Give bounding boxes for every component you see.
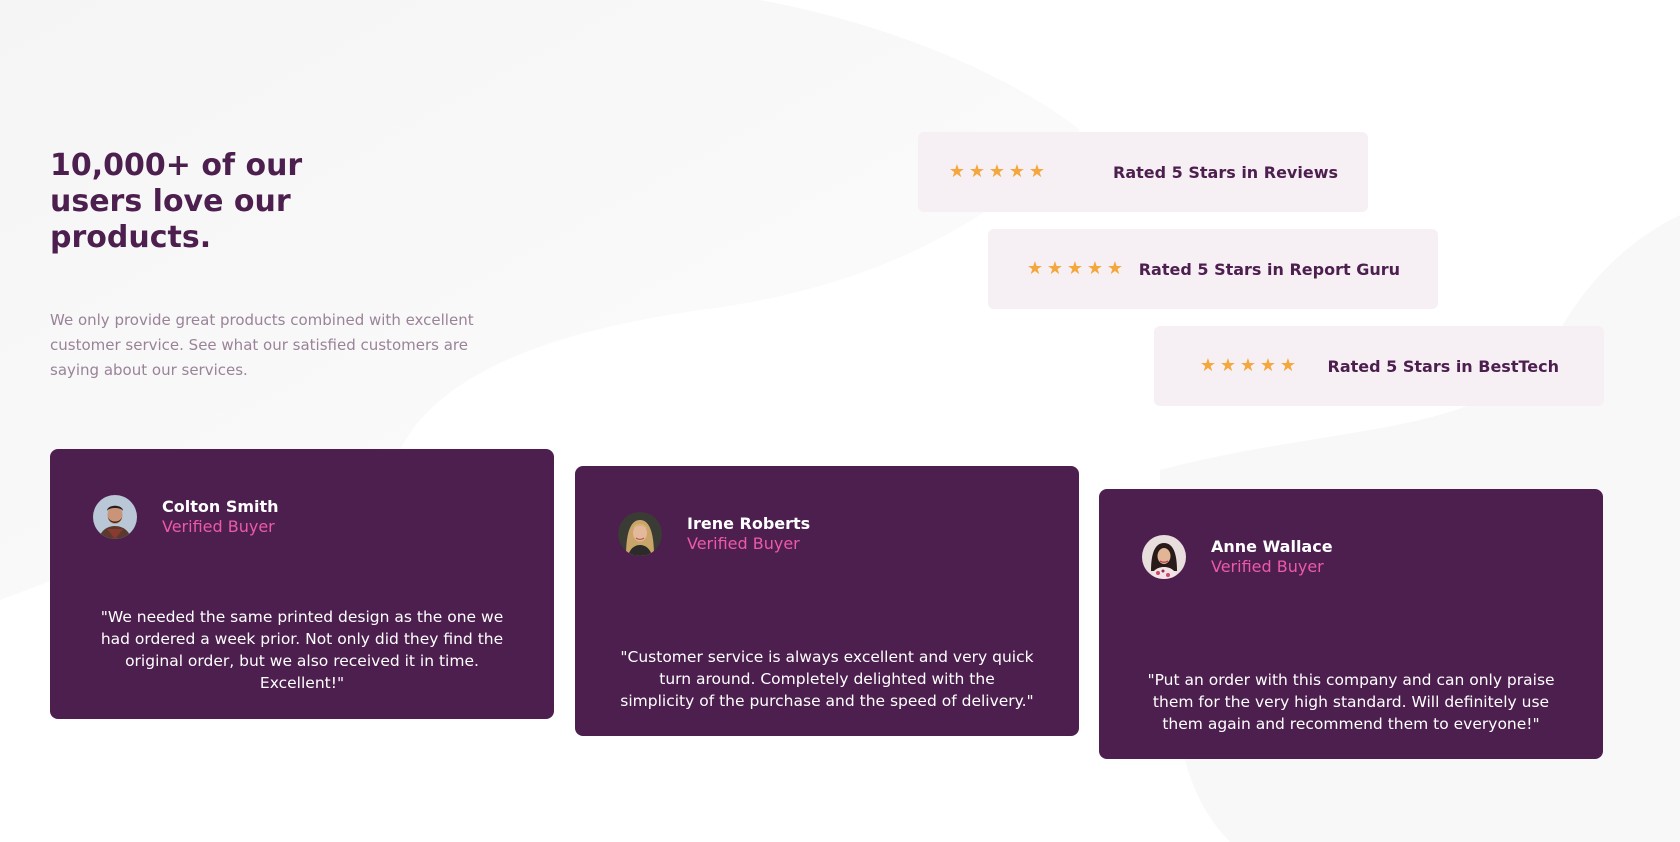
reviewer-name: Anne Wallace xyxy=(1211,537,1333,556)
avatar xyxy=(93,495,137,539)
star-icon: ★ xyxy=(1259,355,1277,376)
star-icon: ★ xyxy=(1086,258,1104,279)
testimonial-card: Colton Smith Verified Buyer "We needed t… xyxy=(50,449,554,719)
testimonial-header: Colton Smith Verified Buyer xyxy=(93,495,279,539)
star-icon: ★ xyxy=(1219,355,1237,376)
star-icon: ★ xyxy=(1026,258,1044,279)
star-icon: ★ xyxy=(968,161,986,182)
testimonial-quote: "We needed the same printed design as th… xyxy=(100,607,504,692)
rating-reviews: ★ ★ ★ ★ ★ Rated 5 Stars in Reviews xyxy=(918,132,1368,212)
star-icon: ★ xyxy=(1199,355,1217,376)
testimonial-card: Irene Roberts Verified Buyer "Customer s… xyxy=(575,466,1079,736)
star-icon: ★ xyxy=(948,161,966,182)
testimonial-header: Irene Roberts Verified Buyer xyxy=(618,512,810,556)
star-icon: ★ xyxy=(1239,355,1257,376)
testimonial-quote: "Customer service is always excellent an… xyxy=(620,647,1034,710)
reviewer-name: Irene Roberts xyxy=(687,514,811,533)
star-icon: ★ xyxy=(1028,161,1046,182)
hero-section: 10,000+ of our users love our products. … xyxy=(50,148,490,383)
avatar xyxy=(618,512,662,556)
verified-badge: Verified Buyer xyxy=(162,517,275,536)
rating-label: Rated 5 Stars in Report Guru xyxy=(1138,259,1400,279)
star-icon: ★ xyxy=(1066,258,1084,279)
reviewer-name: Colton Smith xyxy=(162,497,279,516)
star-rating: ★ ★ ★ ★ ★ xyxy=(1026,260,1124,278)
rating-besttech: ★ ★ ★ ★ ★ Rated 5 Stars in BestTech xyxy=(1154,326,1604,406)
avatar xyxy=(1142,535,1186,579)
rating-label: Rated 5 Stars in Reviews xyxy=(1113,162,1338,182)
testimonial-header: Anne Wallace Verified Buyer xyxy=(1142,535,1333,579)
rating-report-guru: ★ ★ ★ ★ ★ Rated 5 Stars in Report Guru xyxy=(988,229,1438,309)
rating-label: Rated 5 Stars in BestTech xyxy=(1327,356,1559,376)
star-icon: ★ xyxy=(1106,258,1124,279)
page-title: 10,000+ of our users love our products. xyxy=(50,148,303,255)
star-icon: ★ xyxy=(988,161,1006,182)
star-icon: ★ xyxy=(1008,161,1026,182)
star-rating: ★ ★ ★ ★ ★ xyxy=(948,163,1046,181)
star-icon: ★ xyxy=(1046,258,1064,279)
verified-badge: Verified Buyer xyxy=(1211,557,1324,576)
testimonial-card: Anne Wallace Verified Buyer "Put an orde… xyxy=(1099,489,1603,759)
star-rating: ★ ★ ★ ★ ★ xyxy=(1199,357,1297,375)
verified-badge: Verified Buyer xyxy=(687,534,800,553)
testimonial-quote: "Put an order with this company and can … xyxy=(1147,670,1555,733)
hero-description: We only provide great products combined … xyxy=(50,311,474,379)
star-icon: ★ xyxy=(1279,355,1297,376)
